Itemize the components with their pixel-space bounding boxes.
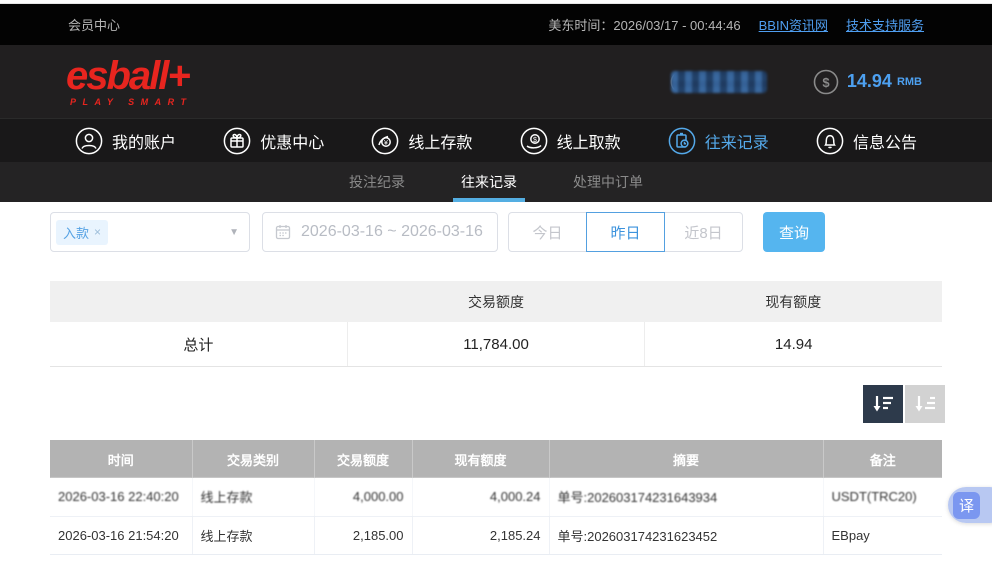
- col-header-amount[interactable]: 交易额度: [314, 440, 413, 478]
- col-header-balance[interactable]: 现有额度: [412, 440, 550, 478]
- cell-note: EBpay: [823, 516, 942, 555]
- translate-button[interactable]: 译: [948, 487, 992, 523]
- bbin-news-link[interactable]: BBIN资讯网: [759, 15, 828, 34]
- sub-navigation: 投注纪录 往来记录 处理中订单: [0, 162, 992, 202]
- type-tag: 入款 ×: [56, 219, 109, 245]
- table-row[interactable]: 2026-03-16 21:54:20 线上存款 2,185.00 2,185.…: [50, 516, 942, 555]
- col-header-note[interactable]: 备注: [823, 440, 942, 478]
- yesterday-button[interactable]: 昨日: [586, 212, 665, 252]
- calendar-icon: [275, 225, 291, 240]
- summary-total-label: 总计: [50, 322, 348, 366]
- chevron-down-icon: ▼: [229, 226, 239, 238]
- svg-text:$: $: [822, 75, 830, 90]
- summary-header-transaction: 交易额度: [467, 293, 524, 310]
- cell-time: 2026-03-16 21:54:20: [50, 516, 193, 555]
- nav-deposit[interactable]: ¥ 线上存款: [371, 127, 472, 155]
- summary-header: 交易额度 现有额度: [50, 281, 942, 322]
- records-icon: [668, 127, 696, 154]
- nav-announcements[interactable]: 信息公告: [816, 127, 917, 155]
- wallet-balance[interactable]: $ 14.94 RMB: [813, 69, 922, 95]
- withdraw-icon: $: [520, 127, 547, 154]
- transaction-type-select[interactable]: 入款 × ▼: [50, 212, 250, 252]
- cell-note: USDT(TRC20): [823, 478, 942, 517]
- gift-icon: [223, 127, 251, 154]
- bell-icon: [816, 127, 844, 154]
- filter-row: 入款 × ▼ 2026-03-16 ~ 2026-03-16 今日 昨日 近8日…: [50, 211, 992, 253]
- cell-balance: 4,000.24: [412, 478, 550, 517]
- quick-date-buttons: 今日 昨日 近8日: [508, 212, 743, 252]
- table-row[interactable]: 2026-03-16 22:40:20 线上存款 4,000.00 4,000.…: [50, 478, 942, 517]
- nav-transaction-records[interactable]: 往来记录: [668, 127, 769, 155]
- col-header-type[interactable]: 交易类别: [192, 440, 315, 478]
- member-center-label[interactable]: 会员中心: [68, 15, 120, 34]
- svg-text:$: $: [533, 137, 537, 144]
- search-button[interactable]: 查询: [763, 212, 825, 252]
- nav-withdraw[interactable]: $ 线上取款: [520, 127, 621, 155]
- username-display[interactable]: (: [670, 70, 767, 93]
- sort-ascending-icon: [915, 396, 935, 412]
- sort-ascending-button[interactable]: [905, 385, 945, 423]
- date-range-input[interactable]: 2026-03-16 ~ 2026-03-16: [262, 212, 498, 252]
- tab-bet-records[interactable]: 投注纪录: [347, 162, 407, 202]
- server-time: 美东时间：2026/03/17 - 00:44:46: [548, 18, 741, 33]
- cell-summary: 单号:202603174231623452: [549, 516, 824, 555]
- topbar: 会员中心 美东时间：2026/03/17 - 00:44:46 BBIN资讯网 …: [0, 4, 992, 45]
- sort-descending-button[interactable]: [863, 385, 903, 423]
- col-header-summary[interactable]: 摘要: [549, 440, 824, 478]
- last-8-days-button[interactable]: 近8日: [664, 212, 743, 252]
- tab-pending-orders[interactable]: 处理中订单: [571, 162, 645, 202]
- tag-remove-icon[interactable]: ×: [94, 225, 101, 239]
- cell-time: 2026-03-16 22:40:20: [50, 478, 193, 517]
- transactions-table: 时间 交易类别 交易额度 现有额度 摘要 备注 2026-03-16 22:40…: [50, 440, 942, 555]
- dollar-circle-icon: $: [813, 69, 839, 95]
- summary-header-empty: [50, 281, 347, 322]
- summary-total-row: 总计 11,784.00 14.94: [50, 322, 942, 367]
- summary-transaction-total: 11,784.00: [348, 322, 646, 366]
- translate-icon: 译: [953, 491, 980, 519]
- deposit-icon: ¥: [372, 127, 399, 154]
- cell-balance: 2,185.24: [412, 516, 550, 555]
- col-header-time[interactable]: 时间: [50, 440, 193, 478]
- esball-logo[interactable]: esball+ PLAY SMART: [66, 56, 193, 107]
- nav-my-account[interactable]: 我的账户: [75, 127, 176, 155]
- user-icon: [75, 127, 103, 154]
- nav-promotions[interactable]: 优惠中心: [223, 127, 324, 155]
- logo-tagline: PLAY SMART: [70, 97, 193, 107]
- tech-support-link[interactable]: 技术支持服务: [846, 15, 924, 34]
- cell-summary: 单号:202603174231643934: [549, 478, 824, 517]
- main-navigation: 我的账户 优惠中心 ¥ 线上存款 $ 线上取款 往来记录 信息公告: [0, 118, 992, 162]
- table-header-row: 时间 交易类别 交易额度 现有额度 摘要 备注: [50, 440, 942, 478]
- cell-type: 线上存款: [192, 478, 315, 517]
- svg-text:¥: ¥: [384, 140, 388, 147]
- summary-header-current: 现有额度: [765, 293, 822, 310]
- today-button[interactable]: 今日: [508, 212, 587, 252]
- summary-table: 交易额度 现有额度 总计 11,784.00 14.94: [50, 281, 942, 367]
- brand-header: esball+ PLAY SMART ( $ 14.94 RMB: [0, 45, 992, 118]
- balance-currency: RMB: [896, 75, 922, 88]
- sort-controls: [0, 385, 945, 423]
- cell-type: 线上存款: [192, 516, 315, 555]
- username-redacted: [670, 70, 767, 93]
- logo-text: esball+: [66, 54, 191, 98]
- sort-descending-icon: [873, 396, 893, 412]
- date-range-value: 2026-03-16 ~ 2026-03-16: [301, 223, 483, 240]
- cell-amount: 4,000.00: [314, 478, 413, 517]
- balance-amount: 14.94: [846, 71, 892, 91]
- summary-current-total: 14.94: [774, 335, 813, 353]
- tab-transaction-records[interactable]: 往来记录: [453, 162, 525, 202]
- main-content: 入款 × ▼ 2026-03-16 ~ 2026-03-16 今日 昨日 近8日…: [0, 211, 992, 555]
- cell-amount: 2,185.00: [314, 516, 413, 555]
